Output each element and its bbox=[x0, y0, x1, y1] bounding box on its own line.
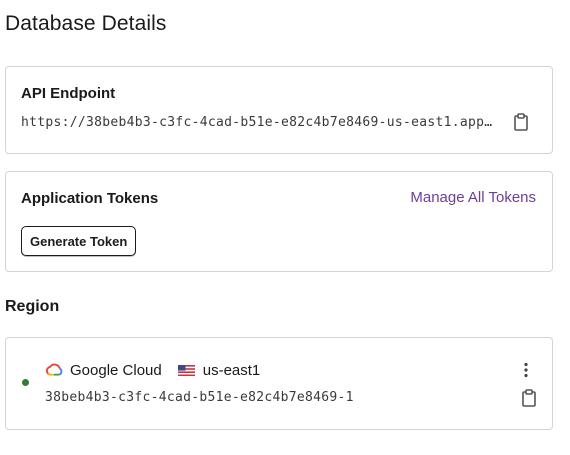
manage-all-tokens-link[interactable]: Manage All Tokens bbox=[410, 189, 536, 206]
status-dot bbox=[22, 379, 29, 386]
region-section-label: Region bbox=[5, 298, 60, 315]
provider-name: Google Cloud bbox=[70, 361, 162, 379]
generate-token-button[interactable]: Generate Token bbox=[21, 226, 137, 256]
clipboard-icon bbox=[514, 113, 528, 131]
api-endpoint-card: API Endpoint https://38beb4b3-c3fc-4cad-… bbox=[5, 66, 553, 154]
region-name: us-east1 bbox=[202, 361, 261, 379]
copy-region-id-button[interactable] bbox=[521, 389, 537, 407]
page-title: Database Details bbox=[5, 12, 167, 35]
region-id: 38beb4b3-c3fc-4cad-b51e-e82c4b7e8469-1 bbox=[45, 390, 354, 405]
application-tokens-card: Application Tokens Manage All Tokens Gen… bbox=[5, 171, 553, 272]
copy-endpoint-button[interactable] bbox=[513, 113, 529, 131]
more-options-button[interactable] bbox=[523, 362, 529, 378]
region-card: Google Cloud us-east1 38beb4b3-c3fc-4cad… bbox=[5, 337, 553, 430]
api-endpoint-value: https://38beb4b3-c3fc-4cad-b51e-e82c4b7e… bbox=[21, 115, 493, 130]
clipboard-icon bbox=[522, 389, 536, 407]
api-endpoint-title: API Endpoint bbox=[21, 85, 116, 102]
application-tokens-title: Application Tokens bbox=[21, 190, 159, 207]
google-cloud-icon bbox=[45, 363, 63, 376]
more-vertical-icon bbox=[524, 362, 528, 378]
provider-row: Google Cloud us-east1 bbox=[45, 360, 260, 380]
us-flag-icon bbox=[177, 364, 195, 376]
